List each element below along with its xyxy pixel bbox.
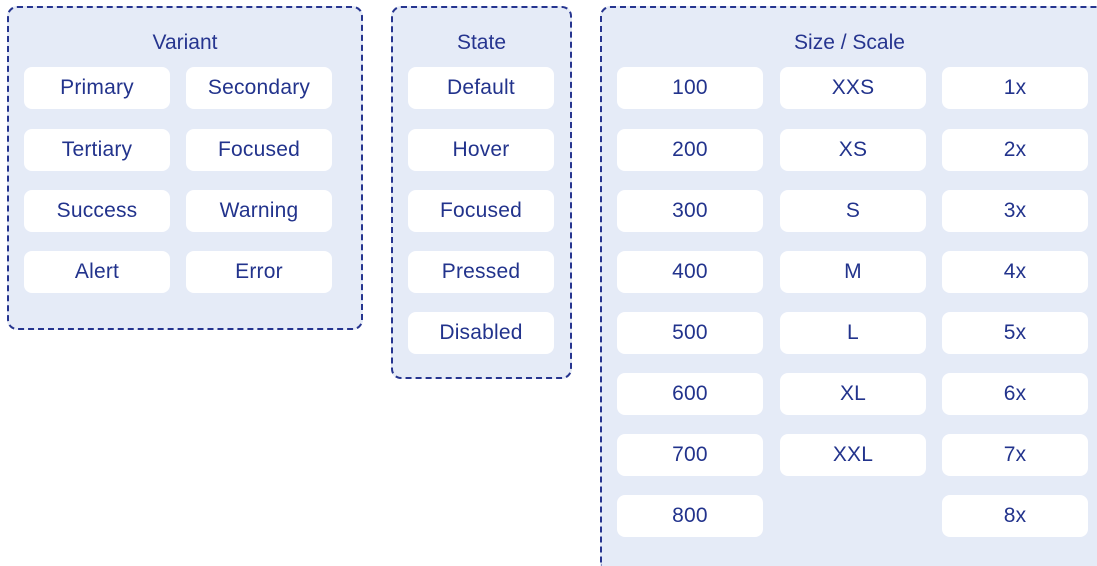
size-chip-xxs[interactable]: XXS: [780, 67, 926, 109]
state-group: State Default Hover Focused Pressed Disa…: [391, 6, 572, 379]
scale-chip-6x[interactable]: 6x: [942, 373, 1088, 415]
weight-chip-400[interactable]: 400: [617, 251, 763, 293]
variant-chip-success[interactable]: Success: [24, 190, 170, 232]
scale-chip-8x[interactable]: 8x: [942, 495, 1088, 537]
variant-chip-tertiary[interactable]: Tertiary: [24, 129, 170, 171]
scale-chip-3x[interactable]: 3x: [942, 190, 1088, 232]
scale-chip-7x[interactable]: 7x: [942, 434, 1088, 476]
size-chip-xl[interactable]: XL: [780, 373, 926, 415]
weight-chip-500[interactable]: 500: [617, 312, 763, 354]
variant-group: Variant Primary Secondary Tertiary Focus…: [7, 6, 363, 330]
size-chip-xxl[interactable]: XXL: [780, 434, 926, 476]
size-chip-xs[interactable]: XS: [780, 129, 926, 171]
size-chip-m[interactable]: M: [780, 251, 926, 293]
variant-chip-warning[interactable]: Warning: [186, 190, 332, 232]
variant-chip-secondary[interactable]: Secondary: [186, 67, 332, 109]
state-chip-default[interactable]: Default: [408, 67, 554, 109]
weight-chip-100[interactable]: 100: [617, 67, 763, 109]
variant-chip-focused[interactable]: Focused: [186, 129, 332, 171]
weight-chip-800[interactable]: 800: [617, 495, 763, 537]
scale-chip-2x[interactable]: 2x: [942, 129, 1088, 171]
weight-chip-600[interactable]: 600: [617, 373, 763, 415]
scale-chip-1x[interactable]: 1x: [942, 67, 1088, 109]
weight-chip-300[interactable]: 300: [617, 190, 763, 232]
size-chip-l[interactable]: L: [780, 312, 926, 354]
variant-chip-primary[interactable]: Primary: [24, 67, 170, 109]
state-chip-focused[interactable]: Focused: [408, 190, 554, 232]
size-scale-title: Size / Scale: [794, 31, 905, 54]
size-scale-group: Size / Scale 100 200 300 400 500 600 700…: [600, 6, 1097, 566]
state-chip-disabled[interactable]: Disabled: [408, 312, 554, 354]
variant-chip-alert[interactable]: Alert: [24, 251, 170, 293]
weight-chip-700[interactable]: 700: [617, 434, 763, 476]
state-chip-pressed[interactable]: Pressed: [408, 251, 554, 293]
scale-chip-4x[interactable]: 4x: [942, 251, 1088, 293]
size-chip-s[interactable]: S: [780, 190, 926, 232]
weight-chip-200[interactable]: 200: [617, 129, 763, 171]
state-chip-hover[interactable]: Hover: [408, 129, 554, 171]
variant-title: Variant: [152, 31, 218, 54]
state-title: State: [456, 31, 507, 54]
scale-chip-5x[interactable]: 5x: [942, 312, 1088, 354]
variant-chip-error[interactable]: Error: [186, 251, 332, 293]
